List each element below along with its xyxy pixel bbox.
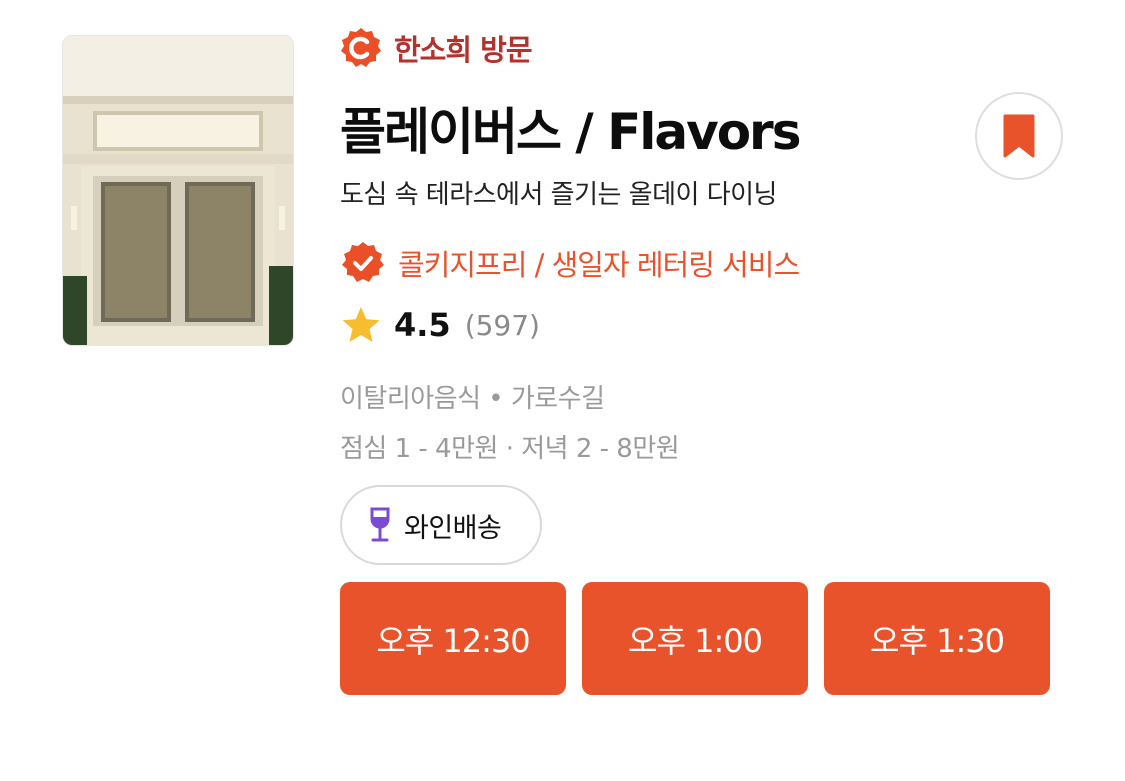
wine-delivery-tag[interactable]: 와인배송 [340, 485, 542, 565]
restaurant-info: 한소희 방문 플레이버스 / Flavors 도심 속 테라스에서 즐기는 올데… [340, 26, 1100, 565]
c-badge-icon [340, 27, 382, 69]
review-count: (597) [464, 308, 540, 342]
restaurant-photo[interactable] [62, 35, 294, 346]
wine-glass-icon [366, 507, 394, 543]
bookmark-icon [1003, 114, 1035, 158]
verified-check-icon [340, 240, 386, 286]
restaurant-name: 플레이버스 / Flavors [340, 103, 801, 161]
rating-value: 4.5 [394, 306, 451, 344]
star-icon [340, 304, 382, 346]
storefront-image [63, 36, 293, 345]
perk-label: 콜키지프리 / 생일자 레터링 서비스 [398, 248, 800, 282]
category-location: 이탈리아음식 • 가로수길 [340, 384, 605, 414]
restaurant-description: 도심 속 테라스에서 즐기는 올데이 다이닝 [340, 180, 777, 210]
bookmark-button[interactable] [975, 92, 1063, 180]
perk-row: 콜키지프리 / 생일자 레터링 서비스 [340, 240, 800, 286]
time-slot-button[interactable]: 오후 1:30 [824, 582, 1050, 695]
visit-badge-label: 한소희 방문 [394, 33, 532, 67]
rating-row: 4.5 (597) [340, 304, 540, 346]
price-range: 점심 1 - 4만원 · 저녁 2 - 8만원 [340, 434, 680, 464]
visit-badge: 한소희 방문 [340, 26, 1100, 70]
wine-delivery-label: 와인배송 [404, 512, 502, 544]
time-slot-button[interactable]: 오후 1:00 [582, 582, 808, 695]
time-slot-button[interactable]: 오후 12:30 [340, 582, 566, 695]
